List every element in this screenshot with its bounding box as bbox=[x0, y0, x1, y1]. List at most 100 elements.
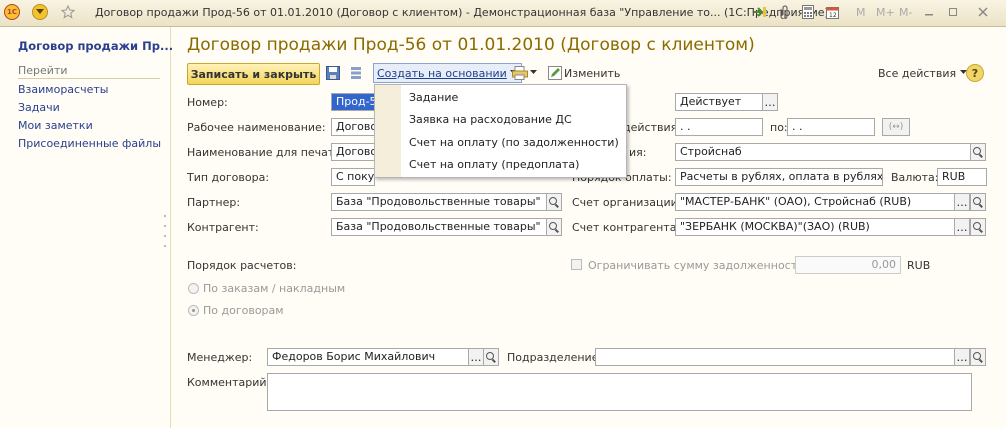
partner-search-button[interactable] bbox=[546, 193, 562, 211]
search-icon bbox=[973, 352, 981, 360]
work-name-label: Рабочее наименование: bbox=[187, 121, 326, 134]
manager-select-button[interactable]: … bbox=[468, 348, 484, 366]
organization-label: ия: bbox=[629, 146, 647, 159]
dropdown-item-invoice-prepayment[interactable]: Счет на оплату (предоплата) bbox=[409, 158, 579, 171]
status-field[interactable]: Действует bbox=[675, 93, 763, 111]
organization-search-button[interactable] bbox=[970, 143, 986, 161]
sidebar-goto-header: Перейти bbox=[18, 64, 160, 79]
debt-limit-field[interactable]: 0,00 bbox=[795, 256, 901, 274]
maximize-icon[interactable] bbox=[946, 4, 960, 20]
all-actions-button[interactable]: Все действия bbox=[878, 64, 968, 82]
partner-field[interactable]: База "Продовольственные товары" bbox=[331, 193, 547, 211]
settlement-by-contracts-radio[interactable] bbox=[188, 305, 199, 316]
currency-label: Валюта: bbox=[891, 171, 939, 184]
search-icon bbox=[973, 222, 981, 230]
payment-order-field[interactable]: Расчеты в рублях, оплата в рублях bbox=[675, 168, 883, 186]
sidebar-title: Договор продажи Пр... bbox=[18, 39, 174, 53]
dropdown-menu-icon[interactable] bbox=[32, 4, 48, 20]
division-search-button[interactable] bbox=[970, 348, 986, 366]
search-icon bbox=[549, 197, 557, 205]
close-icon[interactable] bbox=[972, 4, 994, 20]
settlement-by-orders-label: По заказам / накладным bbox=[203, 282, 346, 295]
dropdown-item-expense-request[interactable]: Заявка на расходование ДС bbox=[409, 113, 572, 126]
create-based-button[interactable]: Создать на основании bbox=[373, 63, 522, 83]
search-icon bbox=[549, 222, 557, 230]
dropdown-item-task[interactable]: Задание bbox=[409, 91, 458, 104]
cp-account-search-button[interactable] bbox=[970, 218, 986, 236]
svg-text:12: 12 bbox=[829, 12, 837, 19]
partner-label: Партнер: bbox=[187, 196, 241, 209]
cp-account-field[interactable]: "ЗЕРБАНК (МОСКВА)"(ЗАО) (RUB) bbox=[675, 218, 955, 236]
list-icon[interactable] bbox=[350, 64, 362, 82]
debt-limit-currency: RUB bbox=[907, 259, 931, 272]
create-based-label: Создать на основании bbox=[377, 66, 507, 80]
chevron-down-icon bbox=[530, 70, 537, 74]
division-select-button[interactable]: … bbox=[954, 348, 970, 366]
work-name-field[interactable]: Договор bbox=[331, 118, 375, 136]
cp-account-label: Счет контрагента: bbox=[572, 221, 681, 234]
save-close-button[interactable]: Записать и закрыть bbox=[187, 63, 320, 85]
validity-to-label: по: bbox=[770, 121, 788, 134]
pencil-icon bbox=[548, 66, 562, 80]
division-field[interactable] bbox=[595, 348, 955, 366]
contract-type-field[interactable]: С покупателем bbox=[331, 168, 375, 186]
star-icon[interactable] bbox=[60, 4, 76, 20]
currency-field[interactable]: RUB bbox=[937, 168, 987, 186]
division-label: Подразделение: bbox=[507, 351, 603, 364]
status-select-button[interactable]: … bbox=[762, 93, 778, 111]
debt-limit-checkbox[interactable] bbox=[571, 259, 582, 270]
window-titlebar: 1С Договор продажи Прод-56 от 01.01.2010… bbox=[0, 0, 1006, 27]
memory-m-button[interactable]: M bbox=[856, 4, 866, 20]
dropdown-item-invoice-debt[interactable]: Счет на оплату (по задолженности) bbox=[409, 136, 619, 149]
sidebar-item-settlements[interactable]: Взаиморасчеты bbox=[18, 83, 108, 96]
validity-from-field[interactable]: . . bbox=[675, 118, 763, 136]
manager-field[interactable]: Федоров Борис Михайлович bbox=[267, 348, 469, 366]
sidebar-item-files[interactable]: Присоединенные файлы bbox=[18, 137, 161, 150]
comment-label: Комментарий: bbox=[187, 376, 271, 389]
navigate-icon[interactable] bbox=[752, 4, 768, 20]
counterparty-search-button[interactable] bbox=[546, 218, 562, 236]
save-icon[interactable] bbox=[326, 64, 340, 82]
settlement-by-orders-radio[interactable] bbox=[188, 283, 199, 294]
sidebar-item-notes[interactable]: Мои заметки bbox=[18, 119, 93, 132]
settlement-label: Порядок расчетов: bbox=[187, 259, 297, 272]
counterparty-label: Контрагент: bbox=[187, 221, 259, 234]
period-select-button[interactable]: (↔) bbox=[882, 118, 910, 136]
dropdown-icon-strip bbox=[375, 85, 401, 177]
debt-limit-label: Ограничивать сумму задолженности: bbox=[588, 259, 808, 272]
cp-account-select-button[interactable]: … bbox=[954, 218, 970, 236]
create-based-dropdown: Задание Заявка на расходование ДС Счет н… bbox=[374, 84, 627, 178]
calculator-icon[interactable] bbox=[800, 4, 816, 20]
print-icon[interactable] bbox=[512, 64, 538, 82]
help-button[interactable]: ? bbox=[966, 64, 984, 82]
search-icon bbox=[973, 197, 981, 205]
minimize-icon[interactable] bbox=[922, 4, 936, 20]
number-label: Номер: bbox=[187, 96, 228, 109]
memory-mplus-button[interactable]: M+ bbox=[876, 4, 895, 20]
org-account-label: Счет организации: bbox=[572, 196, 682, 209]
validity-to-field[interactable]: . . bbox=[787, 118, 875, 136]
search-icon bbox=[486, 352, 494, 360]
manager-search-button[interactable] bbox=[483, 348, 499, 366]
organization-field[interactable]: Стройснаб bbox=[675, 143, 971, 161]
counterparty-field[interactable]: База "Продовольственные товары" bbox=[331, 218, 547, 236]
org-account-search-button[interactable] bbox=[970, 193, 986, 211]
org-account-select-button[interactable]: … bbox=[954, 193, 970, 211]
comment-field[interactable] bbox=[267, 373, 972, 411]
attach-icon[interactable] bbox=[776, 4, 792, 20]
number-field[interactable]: Прод-56 bbox=[331, 93, 375, 111]
calendar-icon[interactable]: 12 bbox=[824, 4, 840, 20]
form-title: Договор продажи Прод-56 от 01.01.2010 (Д… bbox=[187, 35, 755, 55]
sidebar-splitter-handle[interactable] bbox=[164, 207, 168, 267]
contract-type-label: Тип договора: bbox=[187, 171, 270, 184]
window-title: Договор продажи Прод-56 от 01.01.2010 (Д… bbox=[95, 6, 829, 19]
sidebar: Договор продажи Пр... Перейти Взаиморасч… bbox=[0, 27, 174, 428]
manager-label: Менеджер: bbox=[187, 351, 253, 364]
memory-mminus-button[interactable]: M- bbox=[899, 4, 912, 20]
edit-button[interactable]: Изменить bbox=[548, 64, 620, 82]
print-name-field[interactable]: Договор bbox=[331, 143, 375, 161]
sidebar-item-tasks[interactable]: Задачи bbox=[18, 101, 60, 114]
org-account-field[interactable]: "МАСТЕР-БАНК" (ОАО), Стройснаб (RUB) bbox=[675, 193, 955, 211]
edit-label: Изменить bbox=[564, 66, 621, 80]
1c-logo-icon[interactable]: 1С bbox=[4, 4, 20, 20]
